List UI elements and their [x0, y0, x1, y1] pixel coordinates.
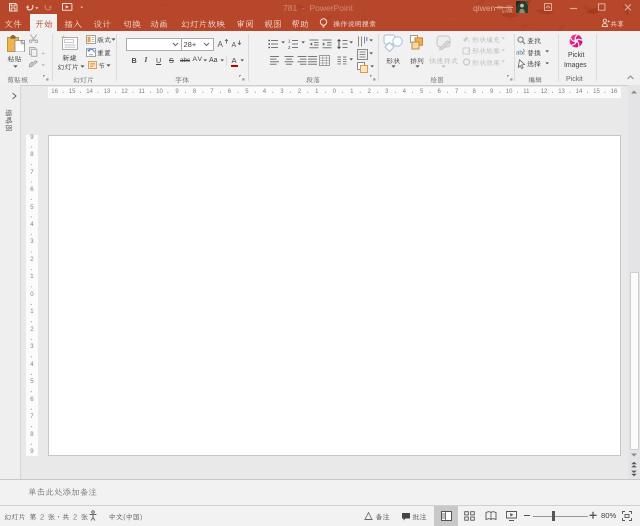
- svg-text:1: 1: [288, 39, 291, 43]
- svg-text:2: 2: [288, 45, 291, 49]
